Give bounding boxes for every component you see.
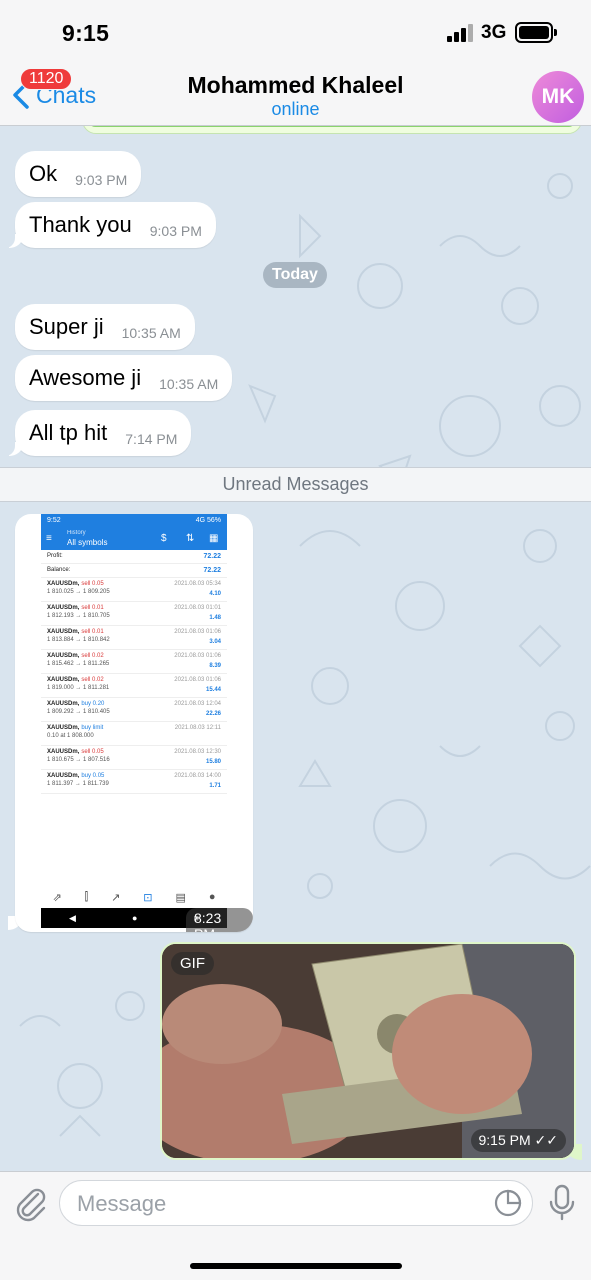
microphone-icon[interactable]	[548, 1184, 576, 1222]
chat-area[interactable]: Ok 9:03 PM Thank you 9:03 PM Today Super…	[0, 126, 591, 1171]
incoming-message[interactable]: Super ji 10:35 AM	[15, 304, 195, 350]
trade-list: XAUUSDm, sell 0.05 1 810.025 → 1 809.205 20…	[41, 578, 227, 794]
message-text: Thank you	[29, 212, 132, 237]
money-counting-gif	[162, 944, 574, 1158]
photo-phone-status-bar: 9:52 4G 56%	[41, 514, 227, 528]
battery-icon	[515, 22, 557, 43]
message-text: All tp hit	[29, 420, 108, 445]
message-time: 10:35 AM	[121, 325, 181, 341]
avatar[interactable]: MK	[532, 71, 584, 123]
message-placeholder: Message	[77, 1191, 167, 1216]
unread-messages-separator: Unread Messages	[0, 467, 591, 502]
photo-trade-history: Profit: 72.22 Balance: 72.22 XAUUSDm, sell …	[41, 550, 227, 794]
quotes-icon: ⇗	[52, 891, 62, 904]
gif-message[interactable]: GIF 9:15 PM ✓✓	[160, 942, 576, 1160]
incoming-message[interactable]: Ok 9:03 PM	[15, 151, 142, 197]
date-separator: Today	[263, 262, 327, 288]
incoming-message[interactable]: Awesome ji 10:35 AM	[15, 355, 233, 401]
message-text: Awesome ji	[29, 365, 142, 390]
trade-row: XAUUSDm, sell 0.02 1 819.000 → 1 811.281 20…	[41, 674, 227, 698]
calendar-icon: ▦	[209, 533, 219, 544]
history-icon: ⊡	[143, 891, 153, 904]
trade-row: XAUUSDm, buy 0.05 1 811.397 → 1 811.739 202…	[41, 770, 227, 794]
photo-app-nav: ⇗ ⫿ ↗ ⊡ ▤ ●	[41, 886, 227, 908]
message-time: 9:03 PM	[75, 172, 128, 188]
message-time: 10:35 AM	[159, 376, 219, 392]
message-time: 9:03 PM	[149, 223, 202, 239]
message-text: Super ji	[29, 314, 104, 339]
incoming-message[interactable]: All tp hit 7:14 PM	[4, 410, 192, 456]
home-indicator	[190, 1263, 402, 1269]
sort-currency-icon: $	[161, 533, 167, 544]
chart-icon: ⫿	[84, 890, 89, 903]
trade-row: XAUUSDm, sell 0.05 1 810.025 → 1 809.205 20…	[41, 578, 227, 602]
photo-message[interactable]: 9:52 4G 56% ≡ History All symbols $ ⇅ ▦ …	[15, 514, 253, 932]
messages-icon: ●	[208, 891, 216, 903]
message-text: Ok	[29, 161, 58, 186]
menu-icon: ≡	[46, 533, 52, 544]
trade-row: XAUUSDm, buy 0.20 1 809.292 → 1 810.405 202…	[41, 698, 227, 722]
sort-icon: ⇅	[186, 533, 195, 544]
trade-row: XAUUSDm, sell 0.05 1 810.675 → 1 807.516 20…	[41, 746, 227, 770]
trade-row: XAUUSDm, sell 0.01 1 813.884 → 1 810.842 20…	[41, 626, 227, 650]
sticker-icon[interactable]	[494, 1189, 522, 1217]
news-icon: ▤	[175, 891, 186, 904]
signal-icon	[447, 24, 475, 42]
previous-outgoing-bubble	[82, 126, 582, 134]
message-time: 7:14 PM	[125, 431, 178, 447]
contact-name[interactable]: Mohammed Khaleel	[0, 72, 591, 99]
trade-row: XAUUSDm, sell 0.02 1 815.462 → 1 811.265 20…	[41, 650, 227, 674]
message-time: 8:23 PM	[186, 908, 253, 932]
trade-icon: ↗	[111, 891, 121, 904]
message-input[interactable]: Message	[59, 1180, 533, 1226]
network-type: 3G	[481, 22, 507, 43]
status-time: 9:15	[62, 20, 110, 46]
photo-app-header: ≡ History All symbols $ ⇅ ▦	[41, 528, 227, 550]
contact-status: online	[271, 99, 320, 119]
top-bar: 9:15 3G Chats 1120 Mohammed Khaleel onli…	[0, 0, 591, 126]
trade-row: XAUUSDm, sell 0.01 1 812.193 → 1 810.705 20…	[41, 602, 227, 626]
message-composer: Message	[0, 1171, 591, 1280]
gif-tag: GIF	[171, 952, 214, 975]
paperclip-icon[interactable]	[12, 1184, 48, 1222]
message-time: 9:15 PM ✓✓	[470, 1129, 566, 1152]
trade-row: XAUUSDm, buy limit 0.10 at 1 808.000 2021.0…	[41, 722, 227, 746]
incoming-message[interactable]: Thank you 9:03 PM	[5, 202, 216, 248]
